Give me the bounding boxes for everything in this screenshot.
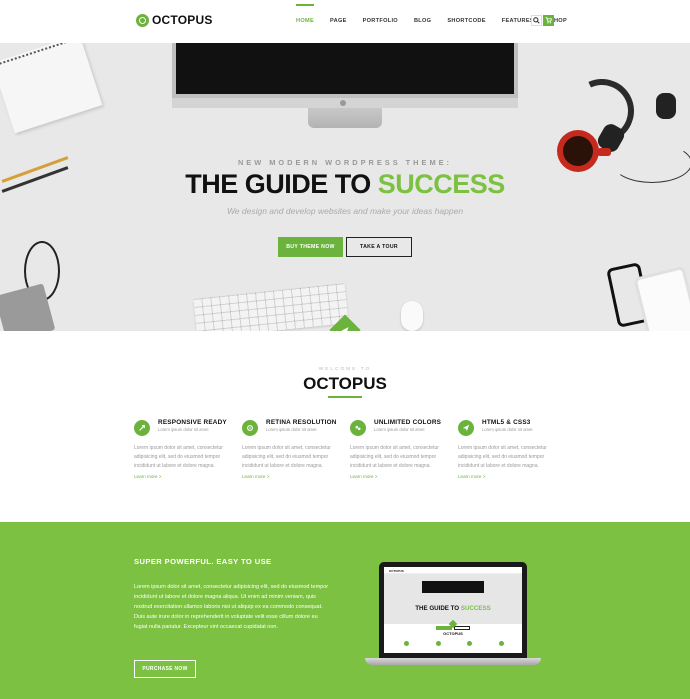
cart-button[interactable] [543, 15, 554, 26]
paper-plane-icon [341, 326, 349, 331]
take-tour-button[interactable]: TAKE A TOUR [346, 237, 412, 257]
feature-subtitle: Lorem ipsum dolor sit amet [266, 427, 317, 432]
purchase-now-button[interactable]: PURCHASE NOW [134, 660, 196, 678]
welcome-kicker: WELCOME TO [318, 367, 372, 372]
feature-subtitle: Lorem ipsum dolor sit amet [374, 427, 425, 432]
promo-title: SUPER POWERFUL. EASY TO USE [134, 557, 272, 566]
cart-icon [545, 17, 552, 24]
learn-more-link[interactable]: Learn more > [458, 474, 485, 479]
nav-item-home[interactable]: HOME [288, 4, 322, 28]
feature-subtitle: Lorem ipsum dolor sit amet [482, 427, 533, 432]
laptop-logo: OCTOPUS [389, 569, 404, 573]
feature-text: Lorem ipsum dolor sit amet, consectetur … [350, 445, 439, 469]
eye-icon [242, 420, 258, 436]
feature-text: Lorem ipsum dolor sit amet, consectetur … [242, 445, 331, 469]
laptop-hero-title: THE GUIDE TO SUCCESS [415, 605, 491, 612]
hero-title: THE GUIDE TO SUCCESS [185, 169, 505, 199]
apple-logo-icon [340, 100, 346, 106]
learn-more-link[interactable]: Learn more > [350, 474, 377, 479]
paper-plane-icon [458, 420, 474, 436]
notebook-image [0, 43, 103, 134]
nav-item-blog[interactable]: BLOG [406, 14, 439, 28]
site-header: OCTOPUS HOME PAGE PORTFOLIO BLOG SHORTCO… [0, 0, 690, 43]
promo-band [0, 522, 690, 699]
keyboard-image [193, 283, 349, 331]
logo-icon [136, 13, 149, 27]
feature-title: RETINA RESOLUTION [266, 419, 337, 426]
feature-title: HTML5 & CSS3 [482, 419, 531, 426]
logo-text: OCTOPUS [152, 13, 213, 27]
buy-theme-button[interactable]: BUY THEME NOW [278, 237, 343, 257]
hero-kicker: NEW MODERN WORDPRESS THEME: [237, 158, 453, 167]
promo-text: Lorem ipsum dolor sit amet, consectetur … [134, 584, 329, 630]
feature-text: Lorem ipsum dolor sit amet, consectetur … [134, 445, 223, 469]
nav-item-page[interactable]: PAGE [322, 14, 355, 28]
hero-subtitle: We design and develop websites and make … [226, 206, 464, 216]
search-button[interactable] [531, 15, 542, 26]
hero-section: NEW MODERN WORDPRESS THEME: THE GUIDE TO… [0, 43, 690, 331]
palette-icon [350, 420, 366, 436]
laptop-image: OCTOPUS THE GUIDE TO SUCCESS OCTOPUS [379, 562, 527, 658]
logo[interactable]: OCTOPUS [136, 13, 213, 27]
learn-more-link[interactable]: Learn more > [242, 474, 269, 479]
learn-more-link[interactable]: Learn more > [134, 474, 161, 479]
feature-title: UNLIMITED COLORS [374, 419, 442, 426]
feature-subtitle: Lorem ipsum dolor sit amet [158, 427, 209, 432]
nav-item-shortcode[interactable]: SHORTCODE [439, 14, 493, 28]
welcome-title: OCTOPUS [303, 374, 387, 393]
laptop-screen: OCTOPUS THE GUIDE TO SUCCESS OCTOPUS [384, 567, 522, 653]
laptop-base [365, 658, 541, 665]
nav-item-portfolio[interactable]: PORTFOLIO [355, 14, 406, 28]
rocket-icon [134, 420, 150, 436]
monitor-image [172, 43, 518, 98]
mouse-image [401, 301, 423, 331]
search-icon [533, 17, 540, 24]
feature-title: RESPONSIVE READY [158, 419, 227, 426]
title-divider [328, 396, 362, 398]
laptop-welcome-title: OCTOPUS [443, 631, 463, 636]
feature-text: Lorem ipsum dolor sit amet, consectetur … [458, 445, 547, 469]
